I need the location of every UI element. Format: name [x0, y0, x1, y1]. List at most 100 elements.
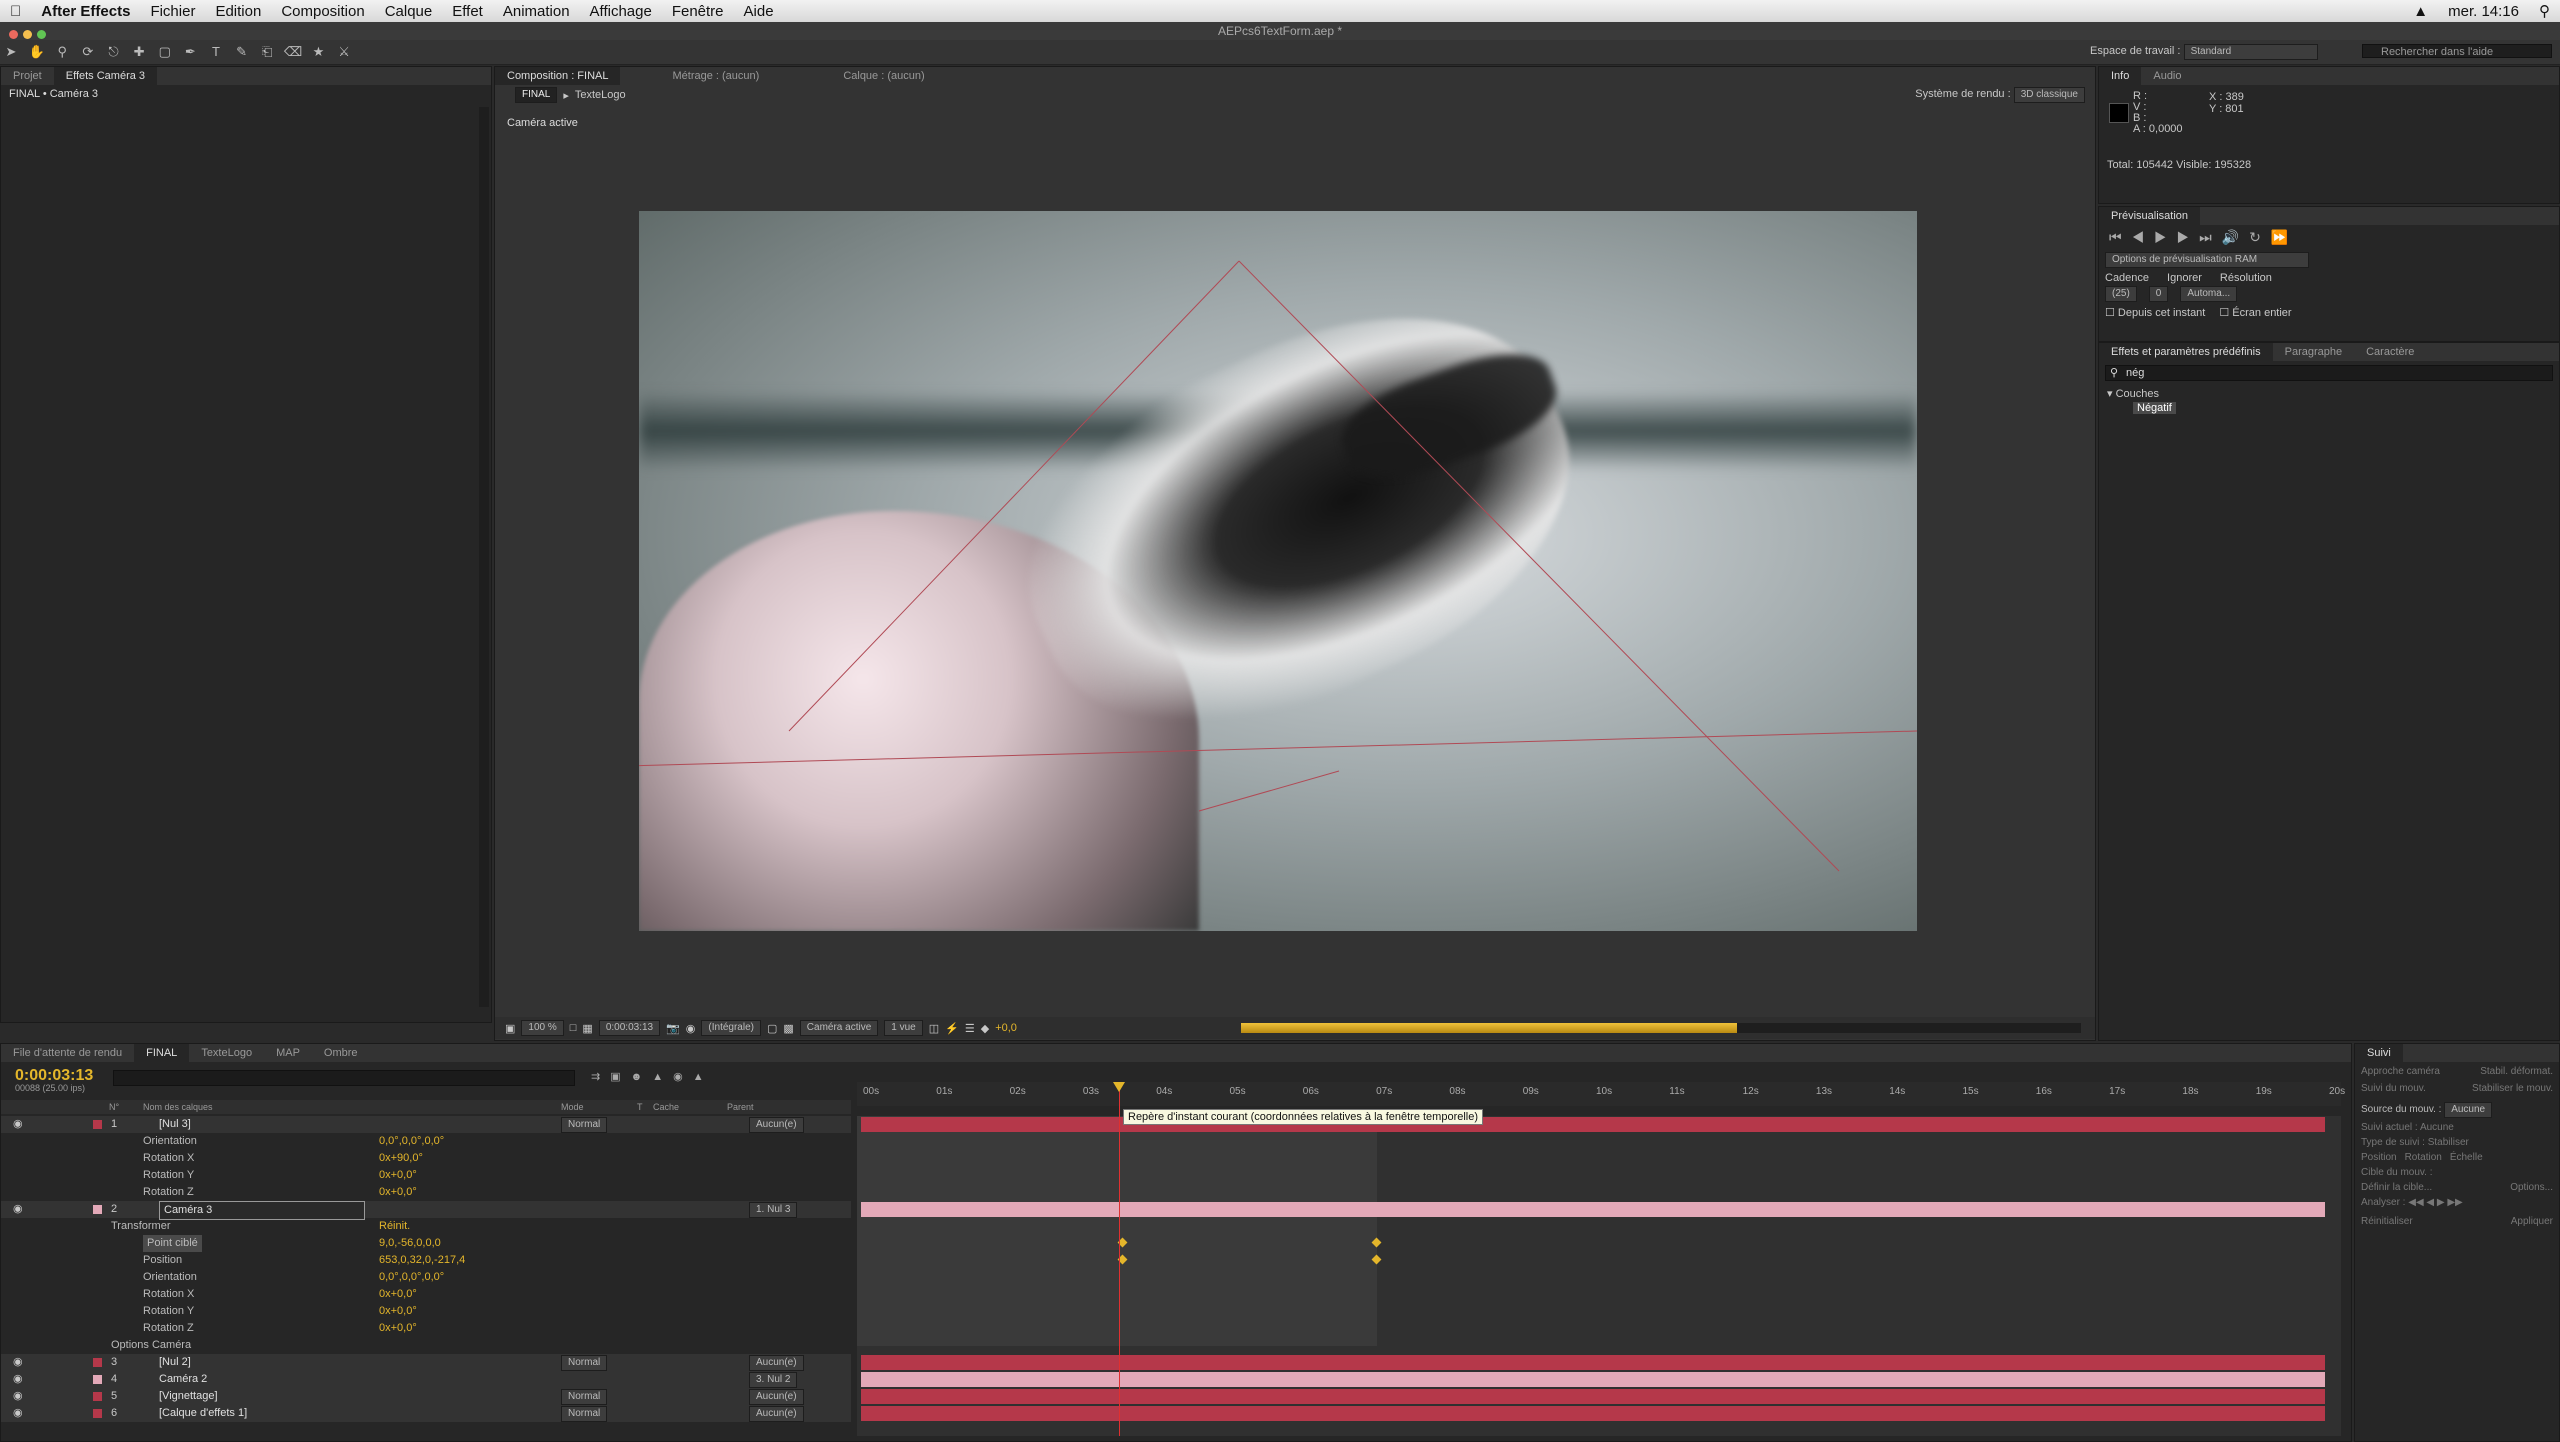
warp-stabilizer-button[interactable]: Stabil. déformat. — [2480, 1066, 2553, 1077]
eye-icon[interactable]: ◉ — [13, 1405, 23, 1422]
layer-name[interactable]: Position — [143, 1252, 182, 1269]
layer-label-color[interactable] — [93, 1205, 102, 1214]
menu-calque[interactable]: Calque — [375, 3, 443, 20]
renderer-select[interactable]: 3D classique — [2013, 87, 2085, 103]
close-window-icon[interactable] — [9, 30, 18, 39]
tab-caractere[interactable]: Caractère — [2354, 343, 2426, 361]
ram-options-select[interactable]: Options de prévisualisation RAM — [2105, 252, 2309, 268]
from-now-checkbox[interactable]: ☐ Depuis cet instant — [2105, 306, 2205, 319]
layer-name[interactable]: [Vignettage] — [159, 1388, 218, 1405]
menu-fenetre[interactable]: Fenêtre — [662, 3, 734, 20]
property-value[interactable]: 0x+0,0° — [379, 1184, 417, 1201]
eye-icon[interactable]: ◉ — [13, 1116, 23, 1133]
mute-icon[interactable]: 🔊 — [2222, 229, 2249, 245]
property-row[interactable]: Position 653,0,32,0,-217,4 — [1, 1252, 851, 1269]
prev-frame-icon[interactable]: ◀ — [2132, 229, 2155, 245]
define-target-button[interactable]: Définir la cible... — [2361, 1182, 2432, 1193]
ram-preview-icon[interactable]: ⏩ — [2271, 229, 2298, 245]
track-camera-button[interactable]: Approche caméra — [2361, 1066, 2440, 1077]
layer-name[interactable]: Rotation Y — [143, 1167, 194, 1184]
zoom-select[interactable]: 100 % — [521, 1020, 564, 1036]
blend-mode-select[interactable]: Normal — [561, 1406, 608, 1422]
tab-projet[interactable]: Projet — [1, 67, 54, 85]
layer-duration-bar[interactable] — [861, 1406, 2325, 1421]
workspace-select[interactable]: Standard — [2183, 44, 2318, 60]
current-time-display[interactable]: 0:00:03:13 — [598, 1020, 661, 1036]
property-row[interactable]: Rotation Z 0x+0,0° — [1, 1184, 851, 1201]
eraser-tool-icon[interactable]: ⌫ — [284, 43, 302, 61]
property-row[interactable]: Rotation Z 0x+0,0° — [1, 1320, 851, 1337]
tab-suivi[interactable]: Suivi — [2355, 1044, 2403, 1062]
property-row[interactable]: Rotation X 0x+0,0° — [1, 1286, 851, 1303]
eye-icon[interactable]: ◉ — [13, 1201, 23, 1218]
track-type-value[interactable]: Stabiliser — [2428, 1137, 2469, 1148]
tab-final[interactable]: FINAL — [134, 1044, 190, 1062]
pen-tool-icon[interactable]: ✒ — [181, 43, 199, 61]
menu-clock[interactable]: mer. 14:16 — [2438, 3, 2529, 20]
layer-duration-bar[interactable] — [861, 1372, 2325, 1387]
play-icon[interactable]: ▶ — [2154, 229, 2177, 245]
tab-effects-presets[interactable]: Effets et paramètres prédéfinis — [2099, 343, 2273, 361]
menu-effet[interactable]: Effet — [442, 3, 493, 20]
motion-blur-icon[interactable]: ◉ — [673, 1071, 693, 1083]
property-row[interactable]: Rotation X 0x+90,0° — [1, 1150, 851, 1167]
layer-label-color[interactable] — [93, 1392, 102, 1401]
clone-tool-icon[interactable]: ⎗ — [258, 43, 276, 61]
safe-zones-icon[interactable]: ▦ — [582, 1022, 592, 1035]
breadcrumb-textelogo[interactable]: TexteLogo — [575, 89, 626, 101]
menu-affichage[interactable]: Affichage — [580, 3, 662, 20]
fit-icon[interactable]: □ — [570, 1022, 577, 1034]
tab-info[interactable]: Info — [2099, 67, 2142, 85]
tab-metrage[interactable]: Métrage : (aucun) — [660, 67, 771, 85]
expand-icon[interactable]: ▾ — [2107, 388, 2113, 400]
app-menu[interactable]: After Effects — [31, 3, 140, 20]
property-value[interactable]: 653,0,32,0,-217,4 — [379, 1252, 465, 1269]
property-value[interactable]: 0x+0,0° — [379, 1303, 417, 1320]
tracker-options-button[interactable]: Options... — [2510, 1182, 2553, 1193]
show-channel-icon[interactable]: ◉ — [686, 1022, 696, 1035]
tab-textelogo[interactable]: TexteLogo — [189, 1044, 264, 1062]
camera-tool-icon[interactable]: ⎋ — [105, 43, 123, 61]
always-preview-icon[interactable]: ▣ — [505, 1022, 515, 1035]
tab-paragraphe[interactable]: Paragraphe — [2273, 343, 2355, 361]
property-value[interactable]: 0x+0,0° — [379, 1320, 417, 1337]
flowchart-icon[interactable]: ◆ — [981, 1022, 989, 1035]
snapshot-icon[interactable]: 📷 — [666, 1022, 680, 1035]
spotlight-icon[interactable]: ⚲ — [2529, 2, 2560, 20]
blend-mode-select[interactable]: Normal — [561, 1117, 608, 1133]
cadence-select[interactable]: (25) — [2105, 286, 2137, 302]
reset-button[interactable]: Réinitialiser — [2361, 1216, 2413, 1227]
layer-name[interactable]: [Nul 2] — [159, 1354, 191, 1371]
brush-tool-icon[interactable]: ✎ — [233, 43, 251, 61]
layer-row[interactable]: 5 ◉ [Vignettage] Normal Aucun(e) — [1, 1388, 851, 1405]
tab-effets-camera[interactable]: Effets Caméra 3 — [53, 67, 158, 85]
rotation-checkbox[interactable]: Rotation — [2405, 1152, 2442, 1163]
property-row[interactable]: Rotation Y 0x+0,0° — [1, 1303, 851, 1320]
layer-name[interactable]: Options Caméra — [111, 1337, 191, 1354]
tab-preview[interactable]: Prévisualisation — [2099, 207, 2201, 225]
track-motion-button[interactable]: Suivi du mouv. — [2361, 1083, 2426, 1094]
graph-editor-icon[interactable]: ▲ — [693, 1071, 714, 1083]
layer-row[interactable]: 2 ◉ Caméra 3 1. Nul 3 — [1, 1201, 851, 1220]
exposure-value[interactable]: +0,0 — [995, 1022, 1017, 1034]
effects-search-input[interactable]: ⚲ nég — [2105, 365, 2553, 381]
fullscreen-checkbox[interactable]: ☐ Écran entier — [2219, 306, 2291, 319]
eye-icon[interactable]: ◉ — [13, 1388, 23, 1405]
layer-row[interactable]: 3 ◉ [Nul 2] Normal Aucun(e) — [1, 1354, 851, 1371]
parent-select[interactable]: Aucun(e) — [749, 1117, 804, 1133]
layer-label-color[interactable] — [93, 1120, 102, 1129]
motion-source-select[interactable]: Aucune — [2444, 1102, 2493, 1118]
blend-mode-select[interactable]: Normal — [561, 1355, 608, 1371]
layer-label-color[interactable] — [93, 1375, 102, 1384]
help-search-input[interactable]: Rechercher dans l'aide — [2362, 44, 2552, 58]
mask-tool-icon[interactable]: ▢ — [156, 43, 174, 61]
menu-aide[interactable]: Aide — [734, 3, 784, 20]
menu-fichier[interactable]: Fichier — [140, 3, 205, 20]
frame-blending-icon[interactable]: ▲ — [652, 1071, 673, 1083]
breadcrumb-final[interactable]: FINAL — [515, 87, 558, 103]
camera-view-select[interactable]: Caméra active — [799, 1020, 879, 1036]
layer-duration-bar[interactable] — [861, 1202, 2325, 1217]
parent-select[interactable]: 3. Nul 2 — [749, 1372, 798, 1388]
minimize-window-icon[interactable] — [23, 30, 32, 39]
transparency-grid-icon[interactable]: ▩ — [783, 1022, 793, 1035]
